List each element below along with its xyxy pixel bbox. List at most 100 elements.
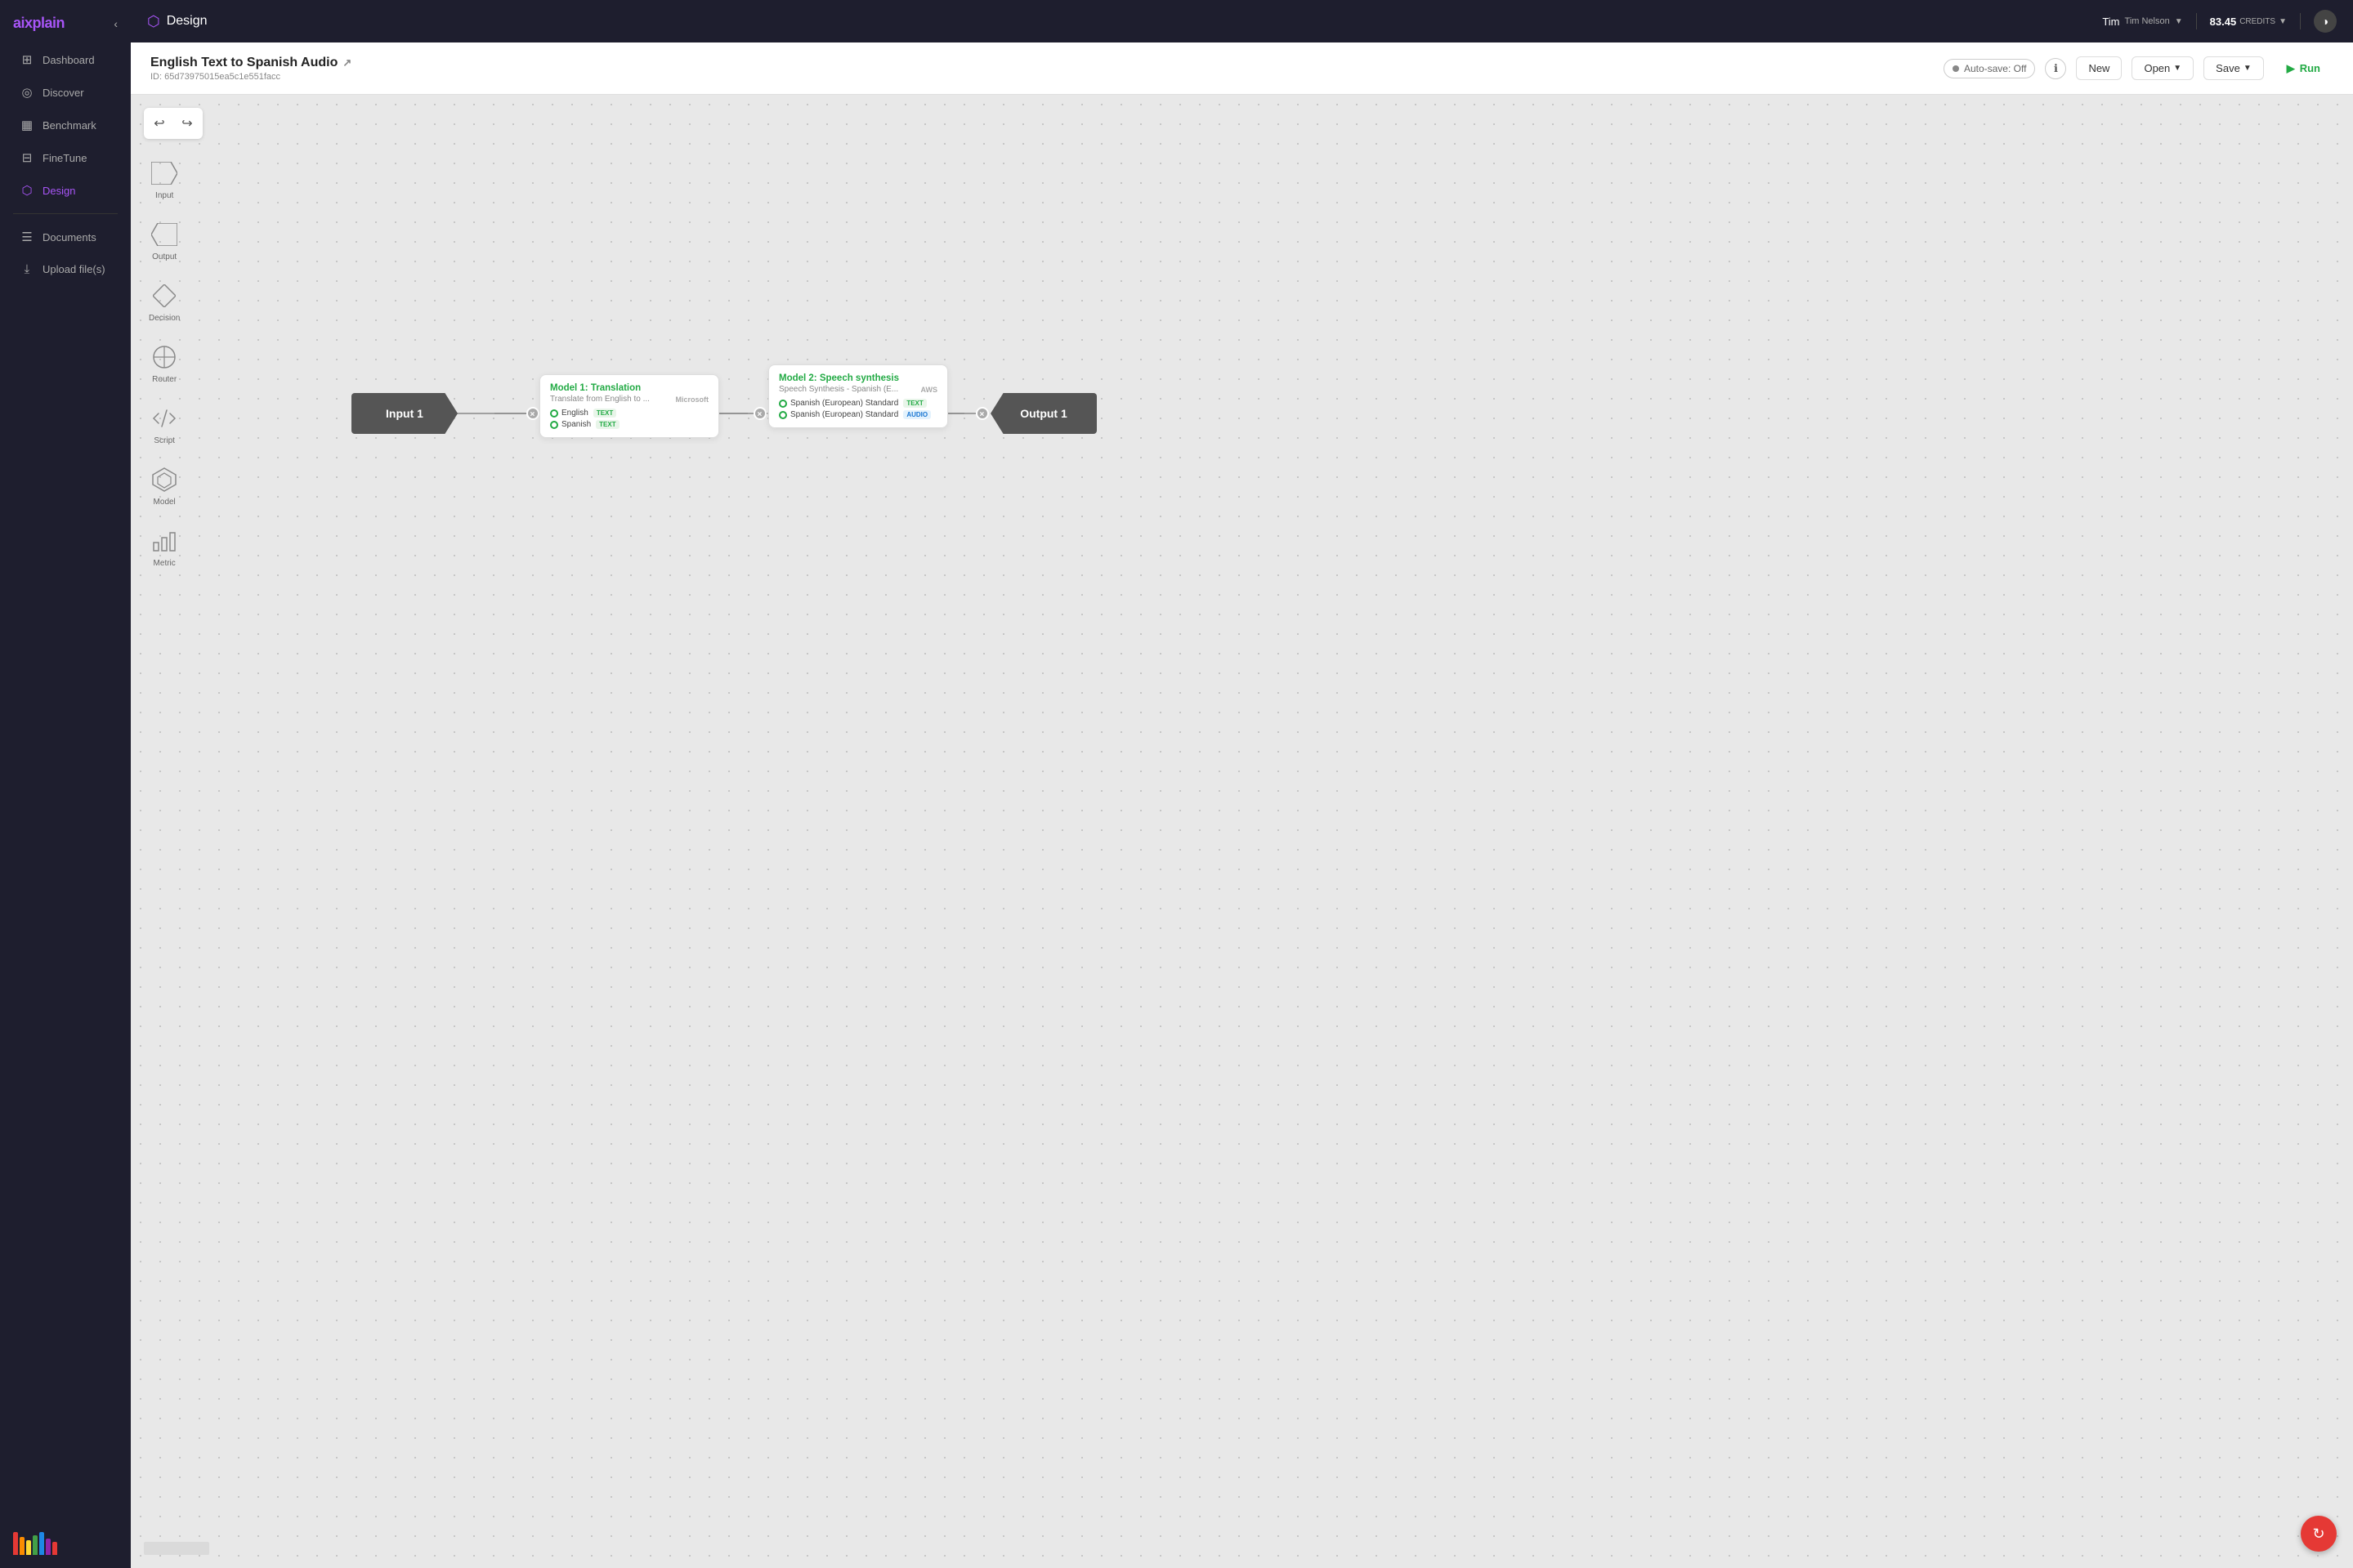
- sidebar-bottom: [0, 1516, 131, 1568]
- pipeline-title: English Text to Spanish Audio ↗: [150, 56, 351, 70]
- finetune-icon: ⊟: [20, 150, 34, 165]
- model1-io-dot-0: [550, 409, 558, 418]
- tool-output[interactable]: Output: [145, 213, 184, 268]
- documents-icon: ☰: [20, 230, 34, 244]
- color-bar-green: [33, 1535, 38, 1555]
- connector-svg: × × ×: [131, 95, 2353, 1568]
- user-dropdown-icon: ▼: [2175, 17, 2183, 26]
- tool-input[interactable]: Input: [145, 152, 184, 207]
- autosave-badge[interactable]: Auto-save: Off: [1944, 59, 2035, 78]
- sidebar: aixplain ‹ ⊞ Dashboard ◎ Discover ▦ Benc…: [0, 0, 131, 1568]
- tool-model[interactable]: Model: [145, 458, 184, 513]
- tool-router[interactable]: Router: [145, 336, 184, 391]
- open-button[interactable]: Open ▼: [2132, 56, 2194, 80]
- topbar: ⬡ Design Tim Tim Nelson ▼ 83.45 CREDITS …: [131, 0, 2353, 42]
- sidebar-item-upload[interactable]: ⤓ Upload file(s): [7, 254, 124, 284]
- info-button[interactable]: ℹ: [2045, 58, 2066, 79]
- new-label: New: [2088, 62, 2109, 74]
- sidebar-item-benchmark[interactable]: ▦ Benchmark: [7, 109, 124, 141]
- save-button[interactable]: Save ▼: [2203, 56, 2264, 80]
- sidebar-header: aixplain ‹: [0, 0, 131, 43]
- model2-badge: AWS: [920, 386, 937, 394]
- open-dropdown-icon: ▼: [2173, 64, 2181, 73]
- model2-io-dot-1: [779, 411, 787, 419]
- tool-decision-label: Decision: [149, 314, 180, 323]
- theme-icon: ◑: [2322, 15, 2328, 28]
- color-bar-yellow: [26, 1540, 31, 1555]
- refresh-icon: ↻: [2312, 1526, 2324, 1543]
- tool-input-label: Input: [155, 191, 173, 200]
- topbar-right: Tim Tim Nelson ▼ 83.45 CREDITS ▼ ◑: [2102, 10, 2337, 33]
- model2-subtitle: Speech Synthesis - Spanish (E... AWS: [779, 385, 937, 394]
- page-title: ⬡ Design: [147, 13, 208, 30]
- credits-dropdown-icon: ▼: [2279, 17, 2287, 26]
- redo-button[interactable]: ↪: [175, 111, 199, 136]
- pipeline-id: ID: 65d73975015ea5c1e551facc: [150, 72, 351, 82]
- credits-info[interactable]: 83.45 CREDITS ▼: [2210, 16, 2287, 28]
- tool-router-icon: [150, 342, 179, 372]
- sidebar-item-discover[interactable]: ◎ Discover: [7, 77, 124, 108]
- tool-metric-icon: [150, 526, 179, 556]
- tool-output-icon: [150, 220, 179, 249]
- save-label: Save: [2216, 62, 2240, 74]
- user-info[interactable]: Tim Tim Nelson ▼: [2102, 16, 2182, 28]
- tool-script-label: Script: [154, 436, 175, 445]
- design-icon: ⬡: [20, 183, 34, 198]
- design-page-icon: ⬡: [147, 13, 160, 30]
- input1-node[interactable]: Input 1: [351, 393, 458, 434]
- canvas-toolbar: ↩ ↪: [144, 108, 203, 139]
- main-content: ⬡ Design Tim Tim Nelson ▼ 83.45 CREDITS …: [131, 0, 2353, 1568]
- input1-label: Input 1: [386, 407, 423, 420]
- model1-subtitle-text: Translate from English to ...: [550, 395, 650, 404]
- sidebar-item-label: Upload file(s): [42, 263, 105, 275]
- theme-toggle-button[interactable]: ◑: [2314, 10, 2337, 33]
- model2-io-type-1: AUDIO: [903, 410, 931, 419]
- refresh-fab[interactable]: ↻: [2301, 1516, 2337, 1552]
- svg-text:×: ×: [530, 410, 535, 419]
- model2-io-name-0: Spanish (European) Standard: [790, 399, 898, 408]
- color-bar-orange: [20, 1537, 25, 1555]
- color-bar-red: [13, 1532, 18, 1555]
- sidebar-item-dashboard[interactable]: ⊞ Dashboard: [7, 44, 124, 75]
- model1-io-type-0: TEXT: [593, 409, 616, 418]
- sidebar-item-design[interactable]: ⬡ Design: [7, 175, 124, 206]
- new-button[interactable]: New: [2076, 56, 2122, 80]
- tool-metric[interactable]: Metric: [145, 520, 184, 574]
- sidebar-item-label: FineTune: [42, 152, 87, 164]
- tool-script[interactable]: Script: [145, 397, 184, 452]
- collapse-button[interactable]: ‹: [114, 17, 118, 30]
- canvas-area[interactable]: ↩ ↪ Input: [131, 95, 2353, 1568]
- undo-icon: ↩: [154, 115, 164, 132]
- tool-model-label: Model: [154, 498, 176, 507]
- upload-icon: ⤓: [20, 262, 34, 276]
- user-full-name: Tim Nelson: [2125, 16, 2170, 26]
- tool-decision-icon: [150, 281, 179, 310]
- page-title-text: Design: [167, 14, 208, 29]
- model2-node[interactable]: Model 2: Speech synthesis Speech Synthes…: [768, 364, 948, 428]
- color-bar-blue: [39, 1532, 44, 1555]
- pipeline-title-text: English Text to Spanish Audio: [150, 56, 338, 70]
- save-dropdown-icon: ▼: [2243, 64, 2252, 73]
- tool-decision[interactable]: Decision: [144, 275, 185, 329]
- sidebar-item-label: Dashboard: [42, 54, 95, 66]
- credits-value: 83.45: [2210, 16, 2237, 28]
- model2-subtitle-text: Speech Synthesis - Spanish (E...: [779, 385, 898, 394]
- sidebar-item-finetune[interactable]: ⊟ FineTune: [7, 142, 124, 173]
- sidebar-item-documents[interactable]: ☰ Documents: [7, 221, 124, 252]
- model1-node[interactable]: Model 1: Translation Translate from Engl…: [539, 374, 719, 438]
- redo-icon: ↪: [181, 115, 192, 132]
- sidebar-item-label: Benchmark: [42, 119, 96, 132]
- model2-io-name-1: Spanish (European) Standard: [790, 410, 898, 419]
- output1-node[interactable]: Output 1: [991, 393, 1097, 434]
- discover-icon: ◎: [20, 85, 34, 100]
- topbar-divider: [2196, 13, 2197, 29]
- run-button[interactable]: ▶ Run: [2274, 57, 2333, 80]
- credits-label: CREDITS: [2239, 17, 2275, 26]
- tool-output-label: Output: [152, 252, 177, 261]
- undo-button[interactable]: ↩: [147, 111, 172, 136]
- ext-link-icon[interactable]: ↗: [342, 56, 351, 69]
- model1-io-type-1: TEXT: [596, 420, 619, 429]
- color-bar-purple: [46, 1539, 51, 1555]
- svg-text:×: ×: [758, 410, 763, 419]
- model2-title: Model 2: Speech synthesis: [779, 373, 937, 383]
